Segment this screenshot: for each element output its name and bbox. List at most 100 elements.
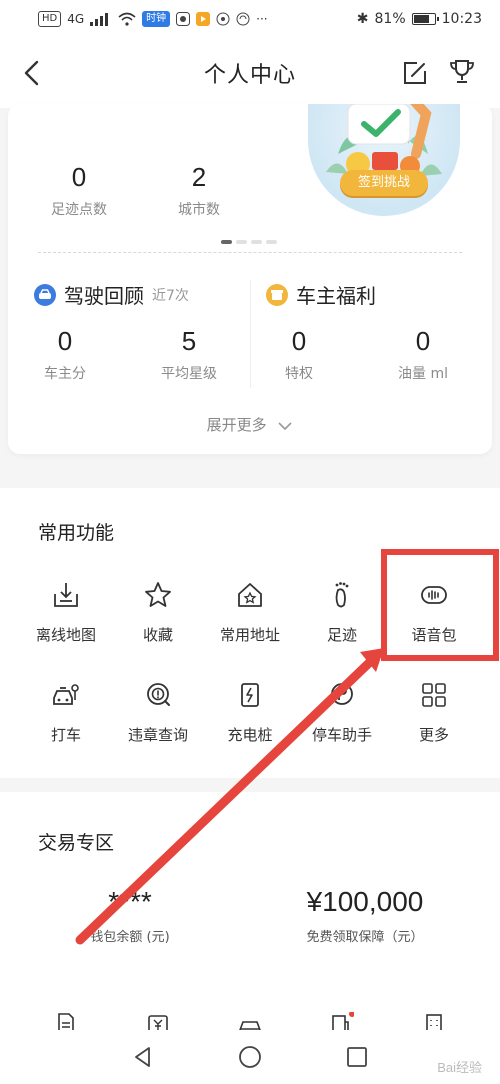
footprints-stat[interactable]: 0 足迹点数 bbox=[34, 162, 124, 219]
pager-dot bbox=[221, 240, 232, 244]
app-notification-chip: 时钟 bbox=[142, 11, 171, 27]
pager-dot bbox=[266, 240, 277, 244]
voice-pack-icon bbox=[421, 586, 447, 604]
app-notification-icon bbox=[176, 12, 191, 26]
section-divider bbox=[250, 280, 251, 388]
free-protection-label: 免费领取保障（元） bbox=[306, 930, 424, 945]
owner-score-label: 车主分 bbox=[44, 366, 86, 382]
violation-query-icon bbox=[147, 683, 170, 706]
expand-more-label: 展开更多 bbox=[206, 416, 267, 434]
profile-stats-card: 0 足迹点数 2 城市数 签到挑战 驾驶回顾 近7次 车主福利 0 车主分 5 … bbox=[8, 104, 492, 454]
wifi-icon bbox=[118, 12, 136, 26]
driving-review-subtitle: 近7次 bbox=[152, 287, 189, 304]
system-navigation-bar bbox=[0, 1030, 500, 1084]
func-favorites[interactable]: 收藏 bbox=[108, 580, 208, 645]
top-nav-bar: 个人中心 bbox=[0, 38, 500, 108]
sync-app-icon bbox=[236, 12, 250, 26]
star-icon bbox=[145, 582, 171, 607]
privileges-stat[interactable]: 0 特权 bbox=[254, 326, 344, 383]
page-title: 个人中心 bbox=[203, 63, 296, 88]
fuel-stat[interactable]: 0 油量 ml bbox=[378, 326, 468, 383]
taxi-icon bbox=[53, 684, 79, 705]
driving-review-title: 驾驶回顾 bbox=[64, 284, 144, 308]
pager-dot bbox=[251, 240, 262, 244]
pager-dot bbox=[236, 240, 247, 244]
edit-icon[interactable] bbox=[402, 60, 428, 86]
hd-indicator: HD bbox=[38, 11, 62, 27]
func-more[interactable]: 更多 bbox=[384, 680, 484, 745]
footprint-icon bbox=[335, 582, 349, 608]
free-protection-value: ¥100,000 bbox=[306, 886, 424, 917]
checkin-challenge-button[interactable]: 签到挑战 bbox=[340, 170, 428, 196]
car-icon bbox=[34, 283, 56, 306]
battery-level bbox=[413, 15, 430, 23]
func-label: 常用地址 bbox=[219, 626, 280, 644]
network-indicator: 4G bbox=[67, 12, 85, 26]
trophy-icon[interactable] bbox=[448, 58, 476, 86]
battery-percent: 81% bbox=[374, 11, 406, 27]
func-label: 充电桩 bbox=[227, 726, 273, 744]
clock: 10:23 bbox=[441, 11, 482, 27]
trade-zone-title: 交易专区 bbox=[38, 832, 115, 854]
expand-more-button[interactable]: 展开更多 bbox=[8, 414, 492, 435]
home-circle-icon[interactable] bbox=[237, 1044, 263, 1070]
benefits-icon bbox=[266, 283, 288, 306]
avg-stars-stat[interactable]: 5 平均星级 bbox=[144, 326, 234, 383]
func-label: 停车助手 bbox=[311, 726, 372, 744]
offline-map-icon bbox=[54, 583, 78, 607]
privileges-label: 特权 bbox=[285, 366, 313, 382]
func-violation-query[interactable]: 违章查询 bbox=[108, 680, 208, 745]
cities-value: 2 bbox=[191, 162, 207, 192]
owner-score-stat[interactable]: 0 车主分 bbox=[20, 326, 110, 383]
grid-icon bbox=[422, 683, 446, 707]
status-bar: HD 4G 时钟 ··· ✱ 81% 10:23 bbox=[0, 0, 500, 38]
func-label: 更多 bbox=[418, 726, 449, 744]
func-taxi[interactable]: 打车 bbox=[16, 680, 116, 745]
driving-review-header[interactable]: 驾驶回顾 近7次 bbox=[34, 280, 189, 309]
func-label: 离线地图 bbox=[35, 626, 96, 644]
recents-square-icon[interactable] bbox=[344, 1044, 370, 1070]
func-label: 语音包 bbox=[411, 626, 457, 644]
free-protection[interactable]: ¥100,000 免费领取保障（元） bbox=[280, 886, 450, 945]
footprints-value: 0 bbox=[71, 162, 87, 192]
back-triangle-icon[interactable] bbox=[130, 1044, 156, 1070]
func-footprints[interactable]: 足迹 bbox=[292, 580, 392, 645]
func-common-address[interactable]: 常用地址 bbox=[200, 580, 300, 645]
avg-stars-value: 5 bbox=[181, 326, 197, 356]
watermark: Bai经验 bbox=[437, 1060, 482, 1075]
home-star-icon bbox=[238, 583, 262, 607]
owner-score-value: 0 bbox=[57, 326, 73, 356]
status-indicators: HD 4G 时钟 ··· bbox=[38, 11, 268, 27]
common-functions-section: 常用功能 离线地图 收藏 常用地址 足迹 语音包 打车 违章查询 充电桩 停车助… bbox=[0, 488, 500, 778]
func-label: 足迹 bbox=[326, 626, 357, 644]
footprints-label: 足迹点数 bbox=[51, 202, 107, 218]
privileges-value: 0 bbox=[291, 326, 307, 356]
func-charging-pile[interactable]: 充电桩 bbox=[200, 680, 300, 745]
func-offline-map[interactable]: 离线地图 bbox=[16, 580, 116, 645]
fuel-label: 油量 ml bbox=[398, 366, 448, 382]
checkin-challenge-banner[interactable]: 签到挑战 bbox=[308, 104, 460, 216]
chevron-down-icon bbox=[278, 421, 292, 430]
trade-zone-section: 交易专区 **** 钱包余额 (元) ¥100,000 免费领取保障（元） bbox=[0, 792, 500, 1042]
parking-icon bbox=[331, 683, 353, 705]
bluetooth-icon: ✱ bbox=[356, 11, 369, 27]
func-label: 违章查询 bbox=[127, 726, 188, 744]
wallet-balance[interactable]: **** 钱包余额 (元) bbox=[60, 886, 200, 945]
location-app-icon bbox=[216, 12, 230, 26]
signal-icon bbox=[90, 13, 109, 26]
owner-benefits-header[interactable]: 车主福利 bbox=[266, 280, 376, 309]
charging-pile-icon bbox=[241, 683, 259, 707]
func-parking-assistant[interactable]: 停车助手 bbox=[292, 680, 392, 745]
func-voice-pack[interactable]: 语音包 bbox=[384, 580, 484, 645]
battery-icon bbox=[411, 13, 439, 25]
common-functions-title: 常用功能 bbox=[38, 522, 115, 544]
wallet-balance-value: **** bbox=[108, 886, 152, 917]
chevron-left-icon[interactable] bbox=[16, 56, 50, 90]
divider bbox=[38, 252, 462, 253]
banner-pager bbox=[221, 240, 277, 244]
wallet-balance-label: 钱包余额 (元) bbox=[90, 930, 170, 945]
video-app-icon bbox=[196, 12, 211, 26]
avg-stars-label: 平均星级 bbox=[161, 366, 217, 382]
cities-stat[interactable]: 2 城市数 bbox=[154, 162, 244, 219]
func-label: 打车 bbox=[50, 726, 81, 744]
